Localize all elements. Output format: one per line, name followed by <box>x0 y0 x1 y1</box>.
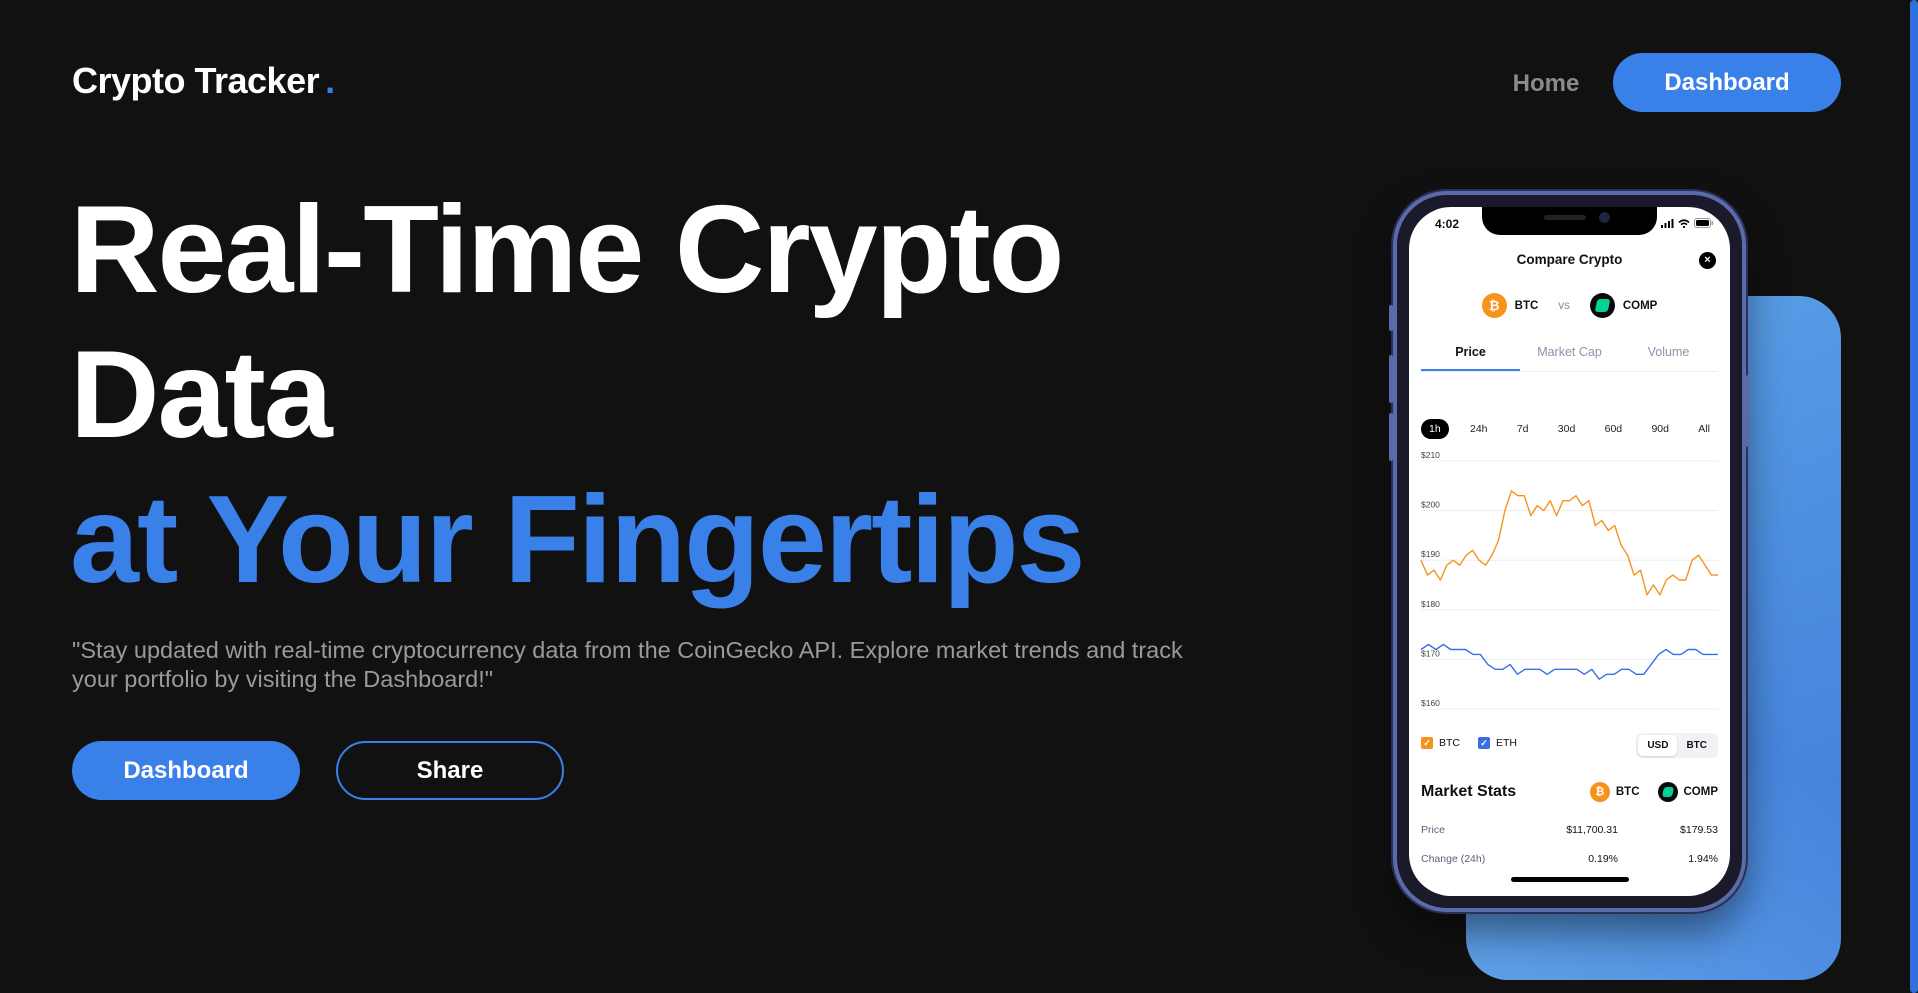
speaker-grille <box>1544 215 1586 220</box>
stats-col-comp-label: COMP <box>1683 786 1719 798</box>
tab-market-cap[interactable]: Market Cap <box>1520 337 1619 371</box>
share-button[interactable]: Share <box>336 741 564 800</box>
stat-row-price: Price $11,700.31 $179.53 <box>1421 824 1718 836</box>
coin-a-label[interactable]: BTC <box>1515 300 1539 312</box>
market-stats-header: Market Stats ₿ BTC COMP <box>1421 782 1718 802</box>
currency-toggle: USD BTC <box>1636 733 1718 758</box>
stat-value-comp: 1.94% <box>1688 853 1718 865</box>
y-tick-label: $190 <box>1421 549 1440 559</box>
coin-compare-row: ₿ BTC vs COMP <box>1409 293 1730 318</box>
legend-item-btc[interactable]: ✓ BTC <box>1421 737 1460 750</box>
eth-checkbox-icon[interactable]: ✓ <box>1478 737 1490 750</box>
price-chart: $210 $200 $190 $180 $170 $160 <box>1420 451 1718 710</box>
modal-title: Compare Crypto <box>1516 252 1623 267</box>
y-tick-label: $200 <box>1421 500 1440 510</box>
stat-value-btc: $11,700.31 <box>1566 824 1618 836</box>
range-all[interactable]: All <box>1690 419 1718 439</box>
range-90d[interactable]: 90d <box>1643 419 1677 439</box>
phone-volume-up <box>1389 355 1393 403</box>
legend-eth-label: ETH <box>1496 737 1517 749</box>
metric-tabs: Price Market Cap Volume <box>1421 337 1718 372</box>
series-line-eth <box>1420 643 1718 680</box>
coin-b-label[interactable]: COMP <box>1623 300 1658 312</box>
dashboard-button[interactable]: Dashboard <box>72 741 300 800</box>
logo[interactable]: Crypto Tracker. <box>72 60 335 102</box>
phone-volume-down <box>1389 413 1393 461</box>
time-range-selector: 1h 24h 7d 30d 60d 90d All <box>1421 419 1718 439</box>
comp-icon <box>1657 782 1678 802</box>
y-tick-label: $170 <box>1421 648 1440 658</box>
y-tick-label: $210 <box>1421 451 1440 460</box>
stat-value-comp: $179.53 <box>1680 824 1718 836</box>
phone-mockup: 4:02 Compare Crypto × ₿ BTC vs COMP Pric… <box>1389 191 1750 912</box>
btc-checkbox-icon[interactable]: ✓ <box>1421 737 1433 750</box>
y-tick-label: $180 <box>1421 599 1440 609</box>
front-camera <box>1599 212 1610 223</box>
stat-value-btc: 0.19% <box>1588 853 1618 865</box>
currency-usd[interactable]: USD <box>1638 735 1678 756</box>
wifi-icon <box>1678 218 1690 228</box>
range-7d[interactable]: 7d <box>1509 419 1537 439</box>
comp-icon <box>1589 293 1615 318</box>
nav-home-link[interactable]: Home <box>1496 56 1596 112</box>
market-stats-title: Market Stats <box>1421 783 1517 800</box>
btc-icon: ₿ <box>1481 293 1507 318</box>
battery-icon <box>1694 218 1714 228</box>
status-time: 4:02 <box>1435 217 1460 231</box>
hero-heading-line1: Real-Time Crypto <box>70 181 1064 319</box>
nav-dashboard-button[interactable]: Dashboard <box>1613 53 1841 112</box>
tab-volume[interactable]: Volume <box>1619 337 1718 371</box>
legend-btc-label: BTC <box>1439 737 1460 749</box>
status-icons <box>1661 218 1714 228</box>
hero-description: "Stay updated with real-time cryptocurre… <box>72 637 1183 692</box>
signal-icon <box>1661 218 1674 228</box>
scrollbar-thumb[interactable] <box>1910 0 1918 993</box>
phone-notch <box>1482 207 1657 235</box>
stats-col-btc-label: BTC <box>1615 786 1640 798</box>
chart-legend: ✓ BTC ✓ ETH <box>1421 737 1517 750</box>
stat-row-change: Change (24h) 0.19% 1.94% <box>1421 853 1718 865</box>
stats-col-btc: ₿ BTC <box>1589 782 1640 802</box>
home-indicator <box>1511 877 1629 882</box>
stats-col-comp: COMP <box>1657 782 1719 802</box>
stat-label: Price <box>1421 824 1445 836</box>
range-1h[interactable]: 1h <box>1421 419 1449 439</box>
logo-text: Crypto Tracker <box>72 60 320 101</box>
stat-label: Change (24h) <box>1421 853 1486 865</box>
range-60d[interactable]: 60d <box>1597 419 1631 439</box>
close-icon[interactable]: × <box>1699 252 1716 269</box>
hero-heading-line2: Data <box>70 326 333 464</box>
currency-btc[interactable]: BTC <box>1677 735 1716 756</box>
legend-item-eth[interactable]: ✓ ETH <box>1478 737 1517 750</box>
btc-icon: ₿ <box>1589 782 1610 802</box>
hero-heading-accent: at Your Fingertips <box>70 471 1086 609</box>
series-line-btc <box>1420 490 1718 596</box>
range-30d[interactable]: 30d <box>1550 419 1584 439</box>
range-24h[interactable]: 24h <box>1462 419 1496 439</box>
phone-power-button <box>1746 375 1750 447</box>
y-tick-label: $160 <box>1421 698 1440 708</box>
phone-mute-switch <box>1389 305 1393 331</box>
tab-price[interactable]: Price <box>1421 337 1520 371</box>
vs-label: vs <box>1558 299 1570 312</box>
logo-dot: . <box>325 60 335 101</box>
phone-screen: 4:02 Compare Crypto × ₿ BTC vs COMP Pric… <box>1409 207 1730 896</box>
